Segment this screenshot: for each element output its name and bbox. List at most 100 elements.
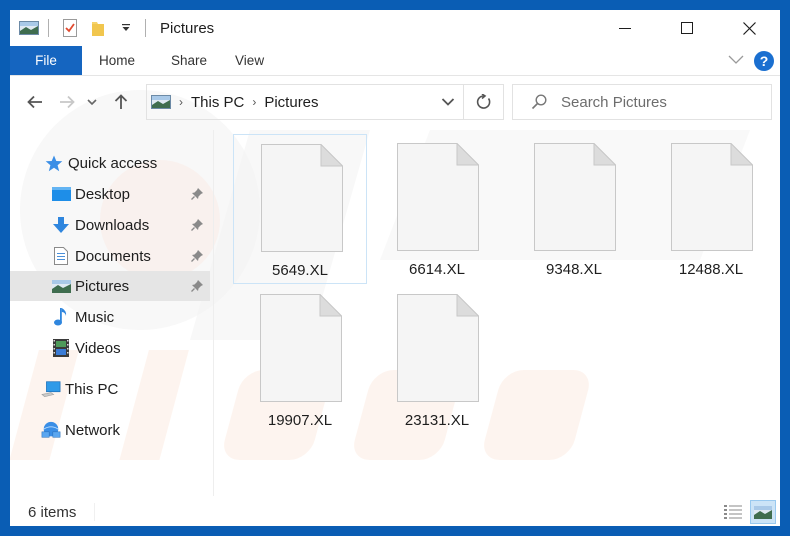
navigation-bar: › This PC › Pictures [10,82,780,122]
refresh-button[interactable] [464,84,504,120]
breadcrumb-separator: › [252,95,257,109]
explorer-window: Pictures File Home Share View ? › This P… [10,10,780,526]
sidebar-item-label: Documents [75,247,151,265]
large-icons-view-icon [754,505,772,519]
search-input[interactable] [561,93,761,111]
network-icon [41,420,61,440]
sidebar-item-pictures[interactable]: Pictures [10,271,210,301]
minimize-button[interactable] [594,10,656,46]
chevron-down-icon [441,98,455,106]
ribbon-tabs: File Home Share View ? [10,46,780,76]
item-count: 6 items [28,503,77,521]
file-name: 12488.XL [678,261,744,278]
blank-file-icon [671,143,753,251]
breadcrumb-pictures[interactable]: Pictures [264,94,318,111]
sidebar-item-label: Pictures [75,277,130,295]
sidebar-item-documents[interactable]: Documents [10,241,210,271]
search-box[interactable] [512,84,772,120]
pictures-icon [51,276,71,296]
toolbar-separator [48,19,49,37]
sidebar-item-network[interactable]: Network [10,415,210,445]
up-arrow-icon [114,94,128,109]
file-item[interactable]: 12488.XL [644,134,778,284]
sidebar-item-quick-access[interactable]: Quick access [10,148,210,178]
address-bar[interactable]: › This PC › Pictures [146,84,464,120]
pictures-icon[interactable] [18,18,40,38]
computer-icon [41,379,61,399]
pane-divider[interactable] [213,130,214,496]
back-arrow-icon [27,95,42,109]
details-view-icon [724,505,742,519]
blank-file-icon [260,294,342,402]
breadcrumb-separator: › [179,95,183,109]
properties-icon[interactable] [59,18,81,38]
star-icon [44,153,64,173]
sidebar-item-label: Desktop [75,185,131,203]
desktop-icon [51,184,71,204]
sidebar-item-label: Music [75,308,115,326]
sidebar-item-label: Network [65,421,121,439]
expand-ribbon-button[interactable] [728,52,744,70]
sidebar-item-videos[interactable]: Videos [10,333,210,363]
large-icons-view-button[interactable] [750,500,776,524]
file-name: 23131.XL [404,412,470,429]
sidebar-item-label: This PC [65,380,119,398]
tab-file[interactable]: File [10,46,82,75]
recent-locations-button[interactable] [82,87,102,117]
music-icon [51,307,71,327]
file-name: 6614.XL [409,261,465,278]
minimize-icon [619,28,631,29]
file-list: 5649.XL 6614.XL 9348.XL 12488.XL 19907.X… [224,130,780,496]
file-name: 5649.XL [272,262,328,279]
file-name: 19907.XL [267,412,333,429]
navigation-pane: Quick access Desktop Downloads Documents… [10,146,213,498]
customize-dropdown-icon[interactable] [115,18,137,38]
view-mode-switcher [720,498,776,526]
pin-icon[interactable] [191,249,204,266]
file-item[interactable]: 5649.XL [233,134,367,284]
chevron-down-icon [728,55,744,64]
pictures-icon [151,95,171,109]
file-name: 9348.XL [546,261,602,278]
sidebar-item-music[interactable]: Music [10,302,210,332]
toolbar-separator [145,19,146,37]
close-button[interactable] [718,10,780,46]
address-history-dropdown[interactable] [441,94,455,111]
window-controls [594,10,780,46]
blank-file-icon [397,143,479,251]
status-divider [94,503,96,521]
window-title: Pictures [160,19,215,37]
help-button[interactable]: ? [754,51,774,71]
sidebar-item-label: Videos [75,339,121,357]
refresh-icon [476,94,490,109]
new-folder-icon[interactable] [87,18,109,38]
tab-share[interactable]: Share [153,46,225,75]
recent-locations-icon [87,99,97,106]
up-button[interactable] [106,87,136,117]
sidebar-item-label: Downloads [75,216,150,234]
file-item[interactable]: 19907.XL [233,285,367,435]
breadcrumb-this-pc[interactable]: This PC [191,94,244,111]
pin-icon[interactable] [191,218,204,235]
sidebar-item-downloads[interactable]: Downloads [10,210,210,240]
file-item[interactable]: 6614.XL [370,134,504,284]
details-view-button[interactable] [720,500,746,524]
pin-icon[interactable] [191,279,204,296]
blank-file-icon [397,294,479,402]
file-item[interactable]: 9348.XL [507,134,641,284]
pin-icon[interactable] [191,187,204,204]
sidebar-item-desktop[interactable]: Desktop [10,179,210,209]
blank-file-icon [261,144,343,252]
file-item[interactable]: 23131.XL [370,285,504,435]
quick-access-toolbar [10,10,156,46]
forward-button[interactable] [52,87,82,117]
back-button[interactable] [20,87,50,117]
forward-arrow-icon [60,95,75,109]
maximize-button[interactable] [656,10,718,46]
tab-view[interactable]: View [225,46,282,75]
download-icon [51,215,71,235]
close-icon [742,21,756,35]
tab-home[interactable]: Home [82,46,153,75]
search-icon [531,94,547,110]
sidebar-item-this-pc[interactable]: This PC [10,374,210,404]
